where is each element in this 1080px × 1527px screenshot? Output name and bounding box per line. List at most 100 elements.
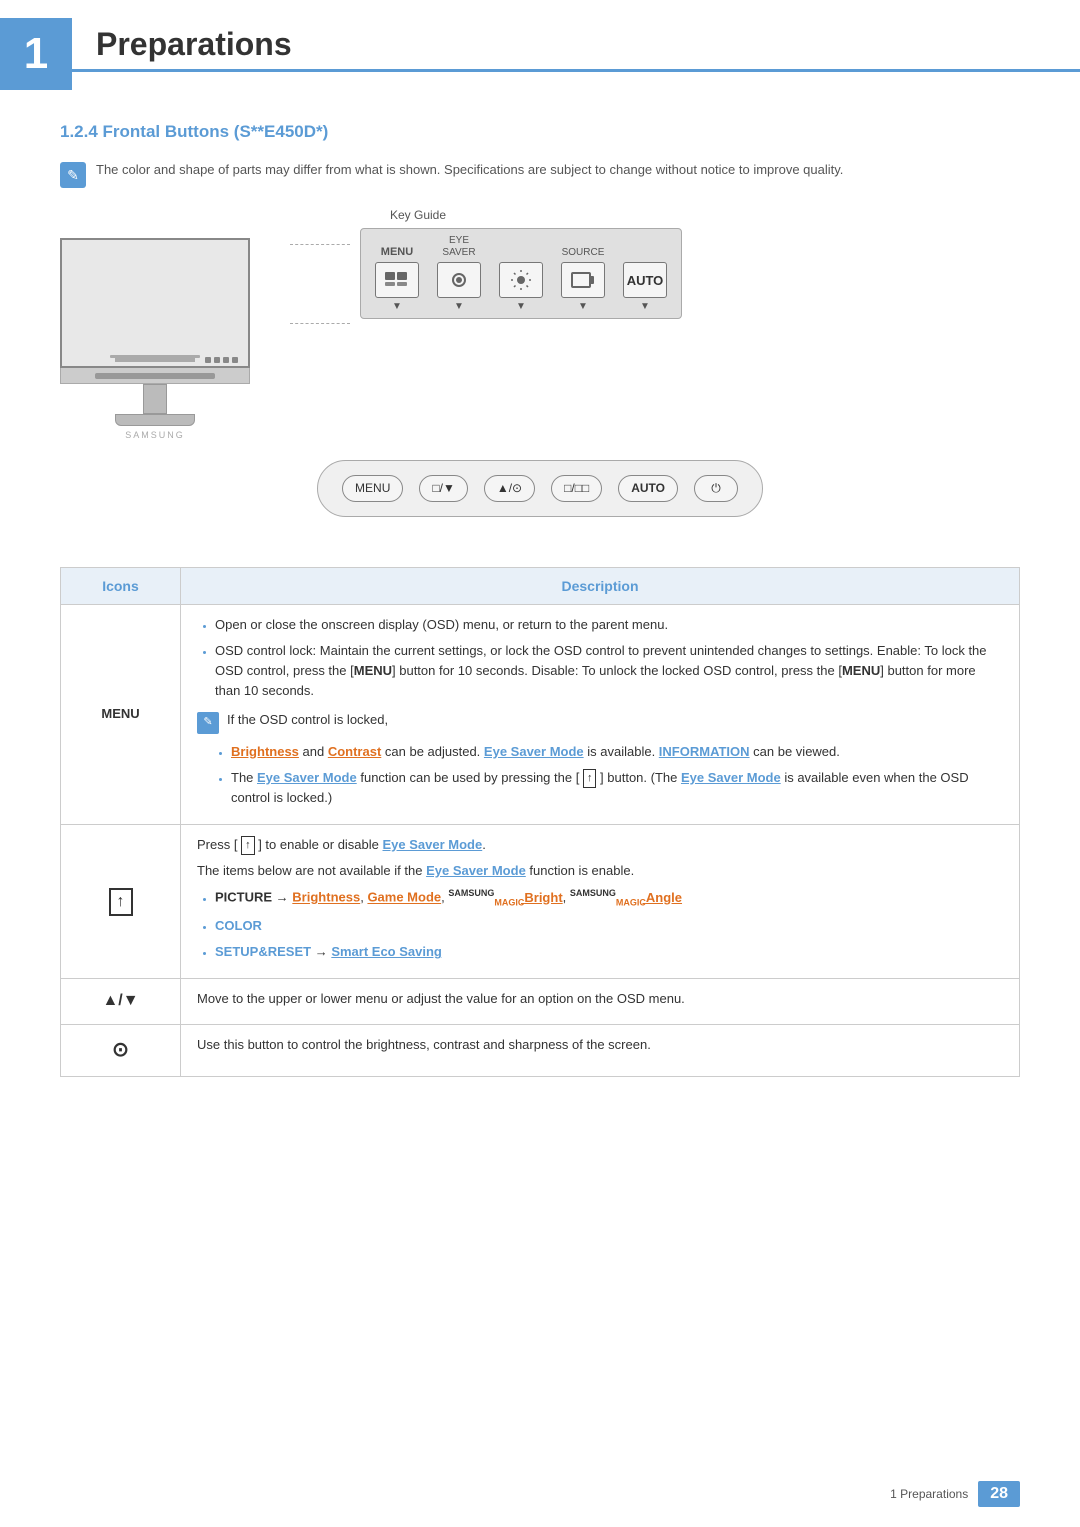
menu-icon-label: MENU — [101, 706, 139, 721]
kg-item-brightness: ▼ — [499, 247, 543, 312]
dashed-connectors — [290, 244, 350, 324]
picture-bold: PICTURE — [215, 890, 272, 905]
brightness-link-2: Brightness — [292, 890, 360, 905]
eye-saver-items-list: PICTURE → Brightness, Game Mode, SAMSUNG… — [197, 887, 1003, 962]
desc-cell-eye-saver: Press [ ↑ ] to enable or disable Eye Sav… — [181, 824, 1020, 978]
eye-saver-link-2: Eye Saver Mode — [257, 770, 357, 785]
front-buttons-strip: MENU □/▼ ▲/⊙ □/□□ AUTO ⏻ — [317, 460, 763, 517]
fb-menu: MENU — [342, 475, 403, 502]
kg-button-source — [561, 262, 605, 298]
circle-icon: ⊙ — [112, 1039, 129, 1061]
monitor-bezel — [60, 368, 250, 384]
upward-arrow-icon: ↑ — [583, 769, 597, 788]
note-box: The color and shape of parts may differ … — [60, 160, 1020, 188]
smart-eco-link: Smart Eco Saving — [331, 944, 442, 959]
front-buttons-area: MENU □/▼ ▲/⊙ □/□□ AUTO ⏻ — [60, 450, 1020, 537]
kg-menu-label: MENU — [381, 246, 413, 259]
kg-eye-label: EYESAVER — [442, 235, 475, 259]
updown-desc: Move to the upper or lower menu or adjus… — [197, 989, 1003, 1009]
menu-desc-item-2: OSD control lock: Maintain the current s… — [215, 641, 1003, 701]
page-footer: 1 Preparations 28 — [890, 1481, 1020, 1507]
table-row-circle: ⊙ Use this button to control the brightn… — [61, 1025, 1020, 1077]
circle-desc: Use this button to control the brightnes… — [197, 1035, 1003, 1055]
kg-button-brightness — [499, 262, 543, 298]
kg-eye-arrow: ▼ — [454, 301, 464, 312]
table-note-icon — [197, 712, 219, 734]
monitor-drawing: SAMSUNG — [60, 238, 250, 440]
chapter-number-box: 1 — [0, 18, 72, 90]
osd-locked-item-1: Brightness and Contrast can be adjusted.… — [231, 742, 1003, 762]
illustration-area: SAMSUNG Key Guide MENU — [60, 208, 1020, 440]
section-heading: 1.2.4 Frontal Buttons (S**E450D*) — [60, 122, 1020, 142]
game-mode-link: Game Mode — [367, 890, 441, 905]
eye-saver-mode-bold-2: Eye Saver Mode — [426, 863, 526, 878]
table-row-menu: MENU Open or close the onscreen display … — [61, 605, 1020, 825]
note-icon — [60, 162, 86, 188]
footer-text: 1 Preparations — [890, 1487, 968, 1501]
eye-saver-mode-bold: Eye Saver Mode — [383, 837, 483, 852]
desc-cell-updown: Move to the upper or lower menu or adjus… — [181, 979, 1020, 1025]
icon-cell-updown: ▲/▼ — [61, 979, 181, 1025]
kg-button-menu — [375, 262, 419, 298]
eye-saver-desc-1: Press [ ↑ ] to enable or disable Eye Sav… — [197, 835, 1003, 855]
magic-angle-link: MAGICAngle — [616, 890, 682, 905]
menu-desc-item-1: Open or close the onscreen display (OSD)… — [215, 615, 1003, 635]
monitor-brand-label: SAMSUNG — [60, 430, 250, 440]
monitor-stand-base — [115, 414, 195, 426]
table-row-updown: ▲/▼ Move to the upper or lower menu or a… — [61, 979, 1020, 1025]
samsung-magic-sup-1: SAMSUNG — [448, 888, 494, 898]
main-content: 1.2.4 Frontal Buttons (S**E450D*) The co… — [0, 122, 1080, 1137]
key-guide-label: Key Guide — [390, 208, 446, 222]
kg-source-arrow: ▼ — [578, 301, 588, 312]
table-note-text: If the OSD control is locked, — [227, 710, 388, 730]
kg-item-eye-saver: EYESAVER ▼ — [437, 235, 481, 312]
note-text: The color and shape of parts may differ … — [96, 160, 843, 180]
icon-cell-menu: MENU — [61, 605, 181, 825]
eye-saver-link-3: Eye Saver Mode — [681, 770, 781, 785]
footer-page-number: 28 — [978, 1481, 1020, 1507]
kg-button-auto: AUTO — [623, 262, 667, 298]
eye-saver-link-1: Eye Saver Mode — [484, 744, 584, 759]
kg-auto-label — [644, 247, 647, 259]
contrast-link: Contrast — [328, 744, 381, 759]
eye-saver-icon: ↑ — [109, 888, 133, 916]
kg-brightness-label — [520, 247, 523, 259]
updown-icon: ▲/▼ — [102, 992, 138, 1009]
table-note-osd: If the OSD control is locked, — [197, 710, 1003, 734]
osd-locked-item-2: The Eye Saver Mode function can be used … — [231, 768, 1003, 808]
description-table: Icons Description MENU Open or close the… — [60, 567, 1020, 1077]
chapter-banner: 1 Preparations — [0, 0, 1080, 90]
samsung-magic-sup-2: SAMSUNG — [570, 888, 616, 898]
fb-power: ⏻ — [694, 475, 738, 502]
chapter-title-area: Preparations — [72, 18, 1080, 72]
key-guide-panel: MENU ▼ EYESAVER — [360, 228, 682, 319]
kg-item-auto: AUTO ▼ — [623, 247, 667, 312]
kg-button-eye — [437, 262, 481, 298]
fb-square-square: □/□□ — [551, 475, 602, 502]
key-guide-section: Key Guide MENU — [290, 208, 1020, 324]
information-link: INFORMATION — [659, 744, 750, 759]
icon-cell-circle: ⊙ — [61, 1025, 181, 1077]
desc-cell-circle: Use this button to control the brightnes… — [181, 1025, 1020, 1077]
color-text: COLOR — [215, 918, 262, 933]
kg-item-menu: MENU ▼ — [375, 246, 419, 312]
desc-cell-menu: Open or close the onscreen display (OSD)… — [181, 605, 1020, 825]
kg-auto-arrow: ▼ — [640, 301, 650, 312]
table-row-eye-saver: ↑ Press [ ↑ ] to enable or disable Eye S… — [61, 824, 1020, 978]
fb-up-circle: ▲/⊙ — [484, 475, 535, 502]
eye-saver-item-picture: PICTURE → Brightness, Game Mode, SAMSUNG… — [215, 887, 1003, 910]
eye-saver-desc-2: The items below are not available if the… — [197, 861, 1003, 881]
chapter-title: Preparations — [96, 26, 292, 62]
table-header-description: Description — [181, 568, 1020, 605]
monitor-stand-neck — [143, 384, 167, 414]
magic-bright-link: MAGICBright — [494, 890, 562, 905]
monitor-screen — [60, 238, 250, 368]
fb-square-down: □/▼ — [419, 475, 467, 502]
osd-locked-list: Brightness and Contrast can be adjusted.… — [213, 742, 1003, 808]
setup-reset-text: SETUP&RESET — [215, 944, 311, 959]
eye-saver-item-setup: SETUP&RESET → Smart Eco Saving — [215, 942, 1003, 962]
fb-auto: AUTO — [618, 475, 678, 502]
table-header-icons: Icons — [61, 568, 181, 605]
kg-brightness-arrow: ▼ — [516, 301, 526, 312]
chapter-number: 1 — [24, 29, 48, 79]
